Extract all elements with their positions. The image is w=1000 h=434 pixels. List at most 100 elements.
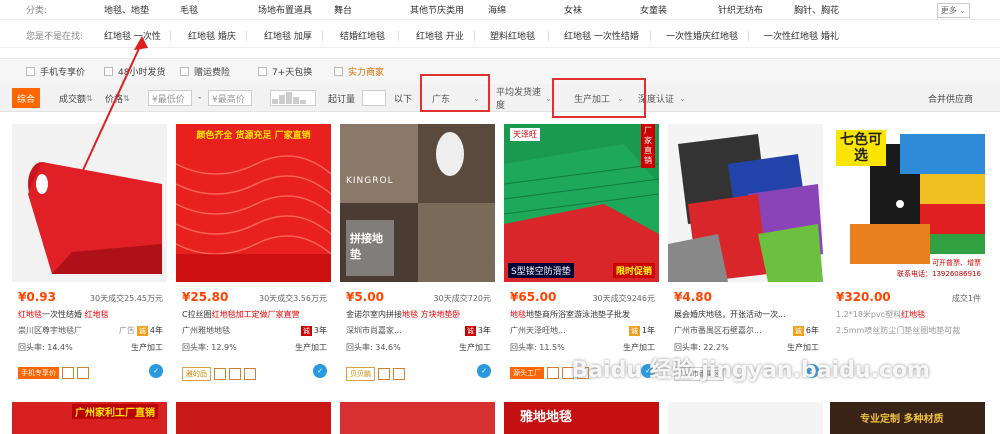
business-mode: 生产加工 bbox=[459, 343, 491, 352]
return-rate: 回头率: 11.5% bbox=[510, 343, 565, 352]
related-search-item[interactable]: 结婚红地毯 bbox=[340, 29, 385, 42]
min-order-input[interactable] bbox=[362, 90, 386, 106]
image-banner-text: 广州家利工厂直销 bbox=[72, 404, 158, 419]
annotation-arrow bbox=[71, 36, 148, 195]
brand-text: KINGROL bbox=[346, 176, 394, 186]
related-search-item[interactable]: 塑料红地毯 bbox=[490, 29, 535, 42]
max-price-input[interactable]: ¥最高价 bbox=[208, 90, 252, 106]
product-image[interactable]: 广州家利工厂直销 bbox=[12, 402, 167, 434]
promo-label: 限时促销 bbox=[612, 263, 655, 278]
category-item[interactable]: 女童装 bbox=[640, 3, 667, 16]
category-item[interactable]: 针织无纺布 bbox=[718, 3, 763, 16]
service-icon bbox=[244, 368, 256, 380]
product-tags: 雅的品 bbox=[182, 367, 256, 381]
shop-name[interactable]: 2.5mm喷丝防尘门垫丝圈地垫可裁 bbox=[836, 325, 960, 336]
product-card[interactable]: 颜色齐全 货源充足 厂家直销 ¥25.80 30天成交3.56万元 C拉丝圈红地… bbox=[176, 124, 331, 392]
image-label: 拼接地垫 bbox=[350, 232, 383, 261]
product-title[interactable]: 红地毯一次性结婚 红地毯 bbox=[18, 309, 163, 320]
shipping-insurance-checkbox[interactable]: 赠运费险 bbox=[180, 65, 230, 78]
shop-name[interactable]: 深圳市尚嘉家... bbox=[346, 325, 402, 336]
shop-name[interactable]: 广州天泽旺地... bbox=[510, 325, 566, 336]
product-price: ¥25.80 bbox=[182, 290, 229, 304]
years-icon: 诚 bbox=[300, 325, 312, 336]
years-icon: 诚 bbox=[792, 325, 804, 336]
category-item[interactable]: 舞台 bbox=[334, 3, 352, 16]
product-image[interactable] bbox=[340, 402, 495, 434]
chat-icon[interactable]: ✓ bbox=[149, 364, 163, 378]
strong-merchant-checkbox[interactable]: 实力商家 bbox=[334, 65, 384, 78]
category-label: 分类: bbox=[26, 6, 48, 16]
chat-icon[interactable]: ✓ bbox=[313, 364, 327, 378]
product-sales: 30天成交720元 bbox=[433, 294, 491, 303]
product-image[interactable] bbox=[176, 402, 331, 434]
product-image[interactable] bbox=[668, 402, 823, 434]
price-range-histogram[interactable] bbox=[270, 90, 316, 106]
sort-tab-general[interactable]: 综合 bbox=[12, 88, 41, 108]
product-image[interactable] bbox=[668, 124, 823, 282]
product-price: ¥5.00 bbox=[346, 290, 384, 304]
category-item[interactable]: 海绵 bbox=[488, 3, 506, 16]
shop-years: 诚 3年 bbox=[300, 325, 327, 336]
product-image[interactable]: KINGROL 拼接地垫 bbox=[340, 124, 495, 282]
below-label: 以下 bbox=[394, 94, 413, 105]
product-image[interactable]: 颜色齐全 货源充足 厂家直销 bbox=[176, 124, 331, 282]
product-title[interactable]: 展会婚庆地毯，开张活动一次... bbox=[674, 309, 819, 320]
business-mode: 生产加工 bbox=[131, 343, 163, 352]
product-sales: 30天成交25.45万元 bbox=[89, 294, 163, 303]
more-button[interactable]: 更多 ⌄ bbox=[936, 3, 970, 18]
related-search-item[interactable]: 红地毯 加厚 bbox=[264, 29, 312, 42]
product-price: ¥320.00 bbox=[836, 290, 891, 304]
image-banner-text: 专业定制 多种材质 bbox=[860, 414, 944, 425]
product-image[interactable]: 天泽旺 厂家直销 S型镂空防滑垫 限时促销 bbox=[504, 124, 659, 282]
ship-speed-dropdown[interactable]: 平均发货速度 ⌄ bbox=[492, 88, 556, 111]
years-icon: 诚 bbox=[628, 325, 640, 336]
product-image[interactable]: 七色可选 可开普票、增票 联系电话：13926086916 bbox=[830, 124, 985, 282]
years-icon: 诚 bbox=[464, 325, 476, 336]
service-icon bbox=[77, 367, 89, 379]
category-item[interactable]: 地毯、地垫 bbox=[104, 3, 149, 16]
tag-badge: 源头工厂 bbox=[510, 367, 544, 379]
product-card[interactable]: KINGROL 拼接地垫 ¥5.00 30天成交720元 金诺尔室内拼接地毯 方… bbox=[340, 124, 495, 392]
related-search-item[interactable]: 红地毯 一次性结婚 bbox=[564, 29, 639, 42]
service-icon bbox=[393, 368, 405, 380]
chat-icon[interactable]: ✓ bbox=[477, 364, 491, 378]
highlight-business bbox=[552, 78, 646, 118]
related-search-item[interactable]: 一次性红地毯 婚礼 bbox=[764, 29, 839, 42]
image-banner-text: 雅地地毯 bbox=[520, 410, 573, 425]
shop-years: 诚 3年 bbox=[464, 325, 491, 336]
category-item[interactable]: 女袜 bbox=[564, 3, 582, 16]
related-search-item[interactable]: 一次性婚庆红地毯 bbox=[666, 29, 738, 42]
product-title[interactable]: 1.2*18米pvc塑料红地毯 bbox=[836, 309, 981, 320]
category-item[interactable]: 场地布置道具 bbox=[258, 3, 312, 16]
shop-name[interactable]: 广州雅地地毯 bbox=[182, 325, 230, 336]
business-mode: 生产加工 bbox=[295, 343, 327, 352]
seven-day-exchange-checkbox[interactable]: 7+天包换 bbox=[258, 65, 312, 78]
shop-years: 广告诚 4年 bbox=[118, 325, 163, 336]
product-image[interactable]: 专业定制 多种材质 bbox=[830, 402, 985, 434]
product-sales: 30天成交3.56万元 bbox=[259, 294, 327, 303]
coil-mat-image bbox=[176, 155, 331, 282]
shop-years: 诚 6年 bbox=[792, 325, 819, 336]
related-search-item[interactable]: 红地毯 开业 bbox=[416, 29, 464, 42]
chevron-down-icon: ⌄ bbox=[959, 6, 966, 15]
shop-years: 诚 1年 bbox=[628, 325, 655, 336]
category-item[interactable]: 其他节庆类用 bbox=[410, 3, 464, 16]
category-item[interactable]: 胸针、胸花 bbox=[794, 3, 839, 16]
related-search-item[interactable]: 红地毯 婚庆 bbox=[188, 29, 236, 42]
product-title[interactable]: 地毯地垫商所浴室游泳池垫子批发 bbox=[510, 309, 655, 320]
product-price: ¥4.80 bbox=[674, 290, 712, 304]
vertical-label: 厂家直销 bbox=[641, 124, 655, 168]
chevron-down-icon: ⌄ bbox=[545, 93, 552, 103]
phone-text: 联系电话：13926086916 bbox=[897, 270, 981, 278]
product-image[interactable]: 雅地地毯 bbox=[504, 402, 659, 434]
return-rate: 回头率: 12.9% bbox=[182, 343, 237, 352]
s-mat-image bbox=[504, 144, 659, 282]
shop-name[interactable]: 崇川区尊宇地毯厂 bbox=[18, 325, 82, 336]
shop-name[interactable]: 广州市番禺区石壁嘉尔... bbox=[674, 325, 762, 336]
product-title[interactable]: C拉丝圈红地毯加工定做厂家直营 bbox=[182, 309, 327, 320]
category-item[interactable]: 毛毯 bbox=[180, 3, 198, 16]
min-order-label: 起订量 bbox=[328, 94, 356, 105]
product-title[interactable]: 金诺尔室内拼接地毯 方块地垫卧 bbox=[346, 309, 491, 320]
product-sales: 成交1件 bbox=[951, 294, 981, 303]
merge-suppliers-toggle[interactable]: 合并供应商 bbox=[928, 88, 973, 108]
